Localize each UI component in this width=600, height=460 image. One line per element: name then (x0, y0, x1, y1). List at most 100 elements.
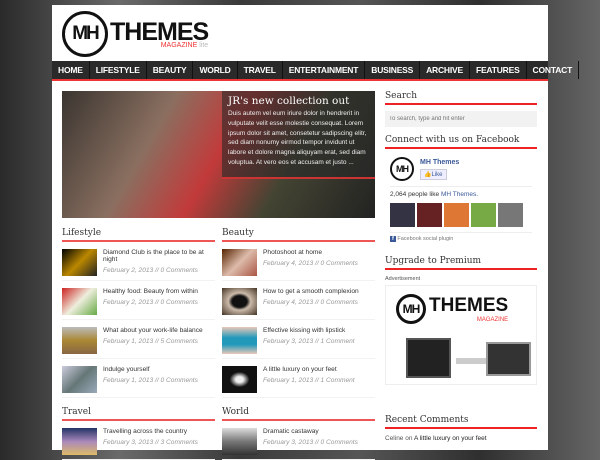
thumbnail[interactable] (222, 327, 257, 354)
slider-caption: JR's new collection out Duis autem vel e… (222, 91, 375, 179)
section-lifestyle: Lifestyle Diamond Club is the place to b… (62, 228, 215, 398)
section-title[interactable]: Travel (62, 407, 215, 421)
fb-fan-avatar[interactable] (390, 203, 415, 227)
thumbnail[interactable] (62, 366, 97, 393)
thumbnail[interactable] (222, 249, 257, 276)
nav-archive[interactable]: ARCHIVE (420, 61, 470, 79)
premium-widget-title: Upgrade to Premium (385, 256, 537, 270)
fb-plugin-label[interactable]: Facebook social plugin (397, 236, 453, 242)
list-item[interactable]: Dramatic castaway February 3, 2013 // 0 C… (222, 421, 375, 460)
section-title[interactable]: Lifestyle (62, 228, 215, 242)
section-travel: Travel Travelling across the country Febr… (62, 407, 215, 460)
comment-post-link[interactable]: A little luxury on your feet (414, 435, 487, 442)
thumbnail[interactable] (222, 288, 257, 315)
nav-lifestyle[interactable]: LIFESTYLE (90, 61, 147, 79)
nav-home[interactable]: HOME (52, 61, 90, 79)
fb-faces (390, 203, 532, 227)
facebook-widget-title: Connect with us on Facebook (385, 135, 537, 149)
search-widget-title: Search (385, 91, 537, 105)
nav-entertainment[interactable]: ENTERTAINMENT (283, 61, 366, 79)
post-title[interactable]: What about your work-life balance (103, 327, 203, 334)
fb-fan-avatar[interactable] (444, 203, 469, 227)
nav-travel[interactable]: TRAVEL (238, 61, 283, 79)
logo-lite: lite (199, 41, 209, 49)
thumbnail[interactable] (62, 288, 97, 315)
post-meta: February 2, 2013 // 0 Comments (103, 299, 198, 306)
list-item[interactable]: What about your work-life balance Februar… (62, 320, 215, 359)
slider-excerpt: Duis autem vel eum iriure dolor in hendr… (228, 110, 367, 166)
post-meta: February 4, 2013 // 0 Comments (263, 260, 358, 267)
logo-sub: MAGAZINE (160, 41, 198, 49)
site-logo[interactable]: MH THEMES MAGAZINE lite (62, 11, 209, 57)
featured-slider[interactable]: JR's new collection out Duis autem vel e… (62, 91, 375, 218)
page: MH THEMES MAGAZINE lite HOME LIFESTYLE B… (52, 5, 580, 460)
list-item[interactable]: Travelling across the country February 3,… (62, 421, 215, 460)
thumbnail[interactable] (62, 428, 97, 455)
post-title[interactable]: Diamond Club is the place to be at night (103, 249, 215, 263)
main-nav: HOME LIFESTYLE BEAUTY WORLD TRAVEL ENTER… (52, 61, 580, 81)
post-title[interactable]: Effective kissing with lipstick (263, 327, 355, 334)
nav-contact[interactable]: CONTACT (527, 61, 580, 79)
logo-name: THEMES (110, 17, 209, 46)
recent-comments-title: Recent Comments (385, 415, 537, 429)
post-meta: February 3, 2013 // 1 Comment (263, 338, 355, 345)
section-beauty: Beauty Photoshoot at home February 4, 201… (222, 228, 375, 398)
post-meta: February 4, 2013 // 0 Comments (263, 299, 358, 306)
fb-page-name[interactable]: MH Themes (420, 159, 459, 166)
fb-fan-avatar[interactable] (498, 203, 523, 227)
post-meta: February 1, 2013 // 0 Comments (103, 377, 198, 384)
fb-fan-avatar[interactable] (471, 203, 496, 227)
post-meta: February 1, 2013 // 5 Comments (103, 338, 198, 345)
list-item[interactable]: Effective kissing with lipstick February … (222, 320, 375, 359)
fb-page-avatar[interactable]: MH (390, 157, 414, 181)
thumbnail[interactable] (222, 366, 257, 393)
post-title[interactable]: A little luxury on your feet (263, 366, 355, 373)
device-image (456, 358, 486, 364)
post-title[interactable]: Photoshoot at home (263, 249, 358, 256)
section-world: World Dramatic castaway February 3, 2013 … (222, 407, 375, 460)
fb-like-count: 2,064 people like (390, 191, 440, 198)
ad-logo-mark: MH (396, 294, 426, 324)
facebook-box: MH MH Themes 👍Like 2,064 people like MH … (385, 149, 537, 250)
post-title[interactable]: Travelling across the country (103, 428, 198, 435)
fb-page-link[interactable]: MH Themes. (441, 191, 478, 198)
search-input[interactable] (385, 111, 537, 127)
comment-author: Celine (385, 435, 404, 442)
nav-beauty[interactable]: BEAUTY (147, 61, 194, 79)
list-item[interactable]: Diamond Club is the place to be at night… (62, 242, 215, 281)
thumbnail[interactable] (62, 327, 97, 354)
premium-ad-banner[interactable]: MH THEMES MAGAZINE (385, 285, 537, 385)
device-image (406, 338, 451, 378)
sidebar: Search Connect with us on Facebook MH MH… (385, 91, 537, 442)
nav-world[interactable]: WORLD (193, 61, 238, 79)
fb-like-button[interactable]: 👍Like (420, 168, 447, 180)
post-title[interactable]: Indulge yourself (103, 366, 198, 373)
recent-comment: Celine on A little luxury on your feet (385, 435, 487, 442)
thumbnail[interactable] (222, 428, 257, 455)
list-item[interactable]: Photoshoot at home February 4, 2013 // 0 … (222, 242, 375, 281)
facebook-icon: f (390, 236, 396, 242)
nav-business[interactable]: BUSINESS (365, 61, 421, 79)
fb-fan-avatar[interactable] (417, 203, 442, 227)
list-item[interactable]: Indulge yourself February 1, 2013 // 0 Co… (62, 359, 215, 398)
ad-logo-name: THEMES (429, 295, 509, 316)
section-title[interactable]: Beauty (222, 228, 375, 242)
post-title[interactable]: Healthy food: Beauty from within (103, 288, 198, 295)
list-item[interactable]: A little luxury on your feet February 1, … (222, 359, 375, 398)
post-meta: February 3, 2013 // 3 Comments (103, 439, 198, 446)
logo-mark: MH (62, 11, 108, 57)
post-title[interactable]: Dramatic castaway (263, 428, 358, 435)
list-item[interactable]: Healthy food: Beauty from within February… (62, 281, 215, 320)
section-title[interactable]: World (222, 407, 375, 421)
slider-title[interactable]: JR's new collection out (228, 95, 369, 107)
post-title[interactable]: How to get a smooth complexion (263, 288, 359, 295)
ad-logo-sub: MAGAZINE (476, 317, 509, 323)
list-item[interactable]: How to get a smooth complexion February 4… (222, 281, 375, 320)
thumbnail[interactable] (62, 249, 97, 276)
post-meta: February 3, 2013 // 0 Comments (263, 439, 358, 446)
nav-features[interactable]: FEATURES (470, 61, 527, 79)
post-meta: February 2, 2013 // 0 Comments (103, 267, 198, 274)
ad-label: Advertisement (385, 276, 421, 282)
post-meta: February 1, 2013 // 1 Comment (263, 377, 355, 384)
device-image (486, 342, 531, 376)
